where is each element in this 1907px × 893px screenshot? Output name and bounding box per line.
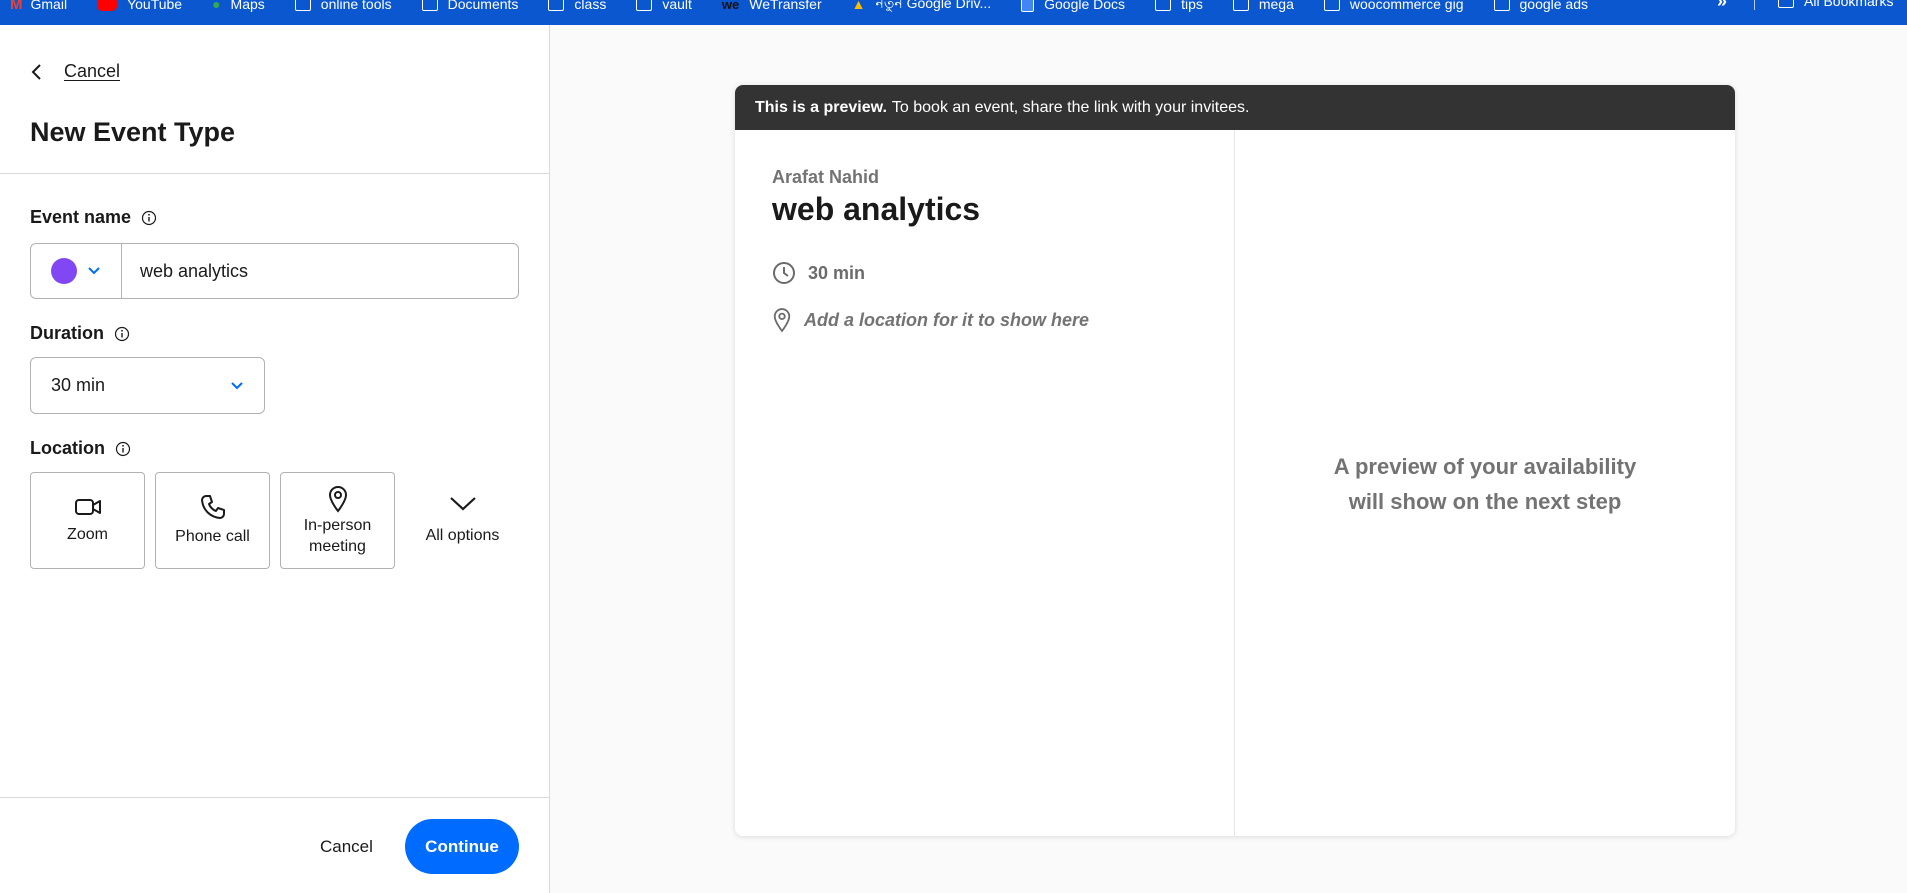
preview-banner: This is a preview. To book an event, sha… bbox=[735, 85, 1735, 130]
bookmark-documents[interactable]: Documents bbox=[421, 0, 518, 12]
bookmark-gmail[interactable]: M Gmail bbox=[10, 0, 67, 13]
folder-icon bbox=[1155, 0, 1172, 11]
duration-select[interactable]: 30 min bbox=[30, 357, 265, 414]
event-name-field: web analytics bbox=[30, 243, 519, 299]
back-cancel-link[interactable]: Cancel bbox=[30, 61, 120, 82]
bookmark-tips[interactable]: tips bbox=[1155, 0, 1203, 12]
preview-banner-text: To book an event, share the link with yo… bbox=[891, 98, 1250, 116]
location-in-person-button[interactable]: In-person meeting bbox=[280, 472, 395, 569]
preview-duration: 30 min bbox=[772, 261, 865, 285]
bookmark-youtube[interactable]: YouTube bbox=[97, 0, 182, 12]
gmail-icon: M bbox=[10, 0, 23, 13]
bookmark-google-drive[interactable]: ▲ নতুন Google Driv... bbox=[852, 0, 992, 16]
map-pin-icon bbox=[328, 485, 347, 513]
all-bookmarks-button[interactable]: All Bookmarks bbox=[1778, 0, 1893, 9]
folder-icon bbox=[636, 0, 653, 11]
page-title: New Event Type bbox=[30, 117, 236, 147]
maps-icon: ● bbox=[212, 0, 221, 12]
folder-icon bbox=[294, 0, 311, 11]
map-pin-icon bbox=[773, 308, 791, 333]
info-icon[interactable] bbox=[114, 326, 130, 342]
phone-icon bbox=[200, 495, 225, 519]
bookmark-online-tools[interactable]: online tools bbox=[294, 0, 392, 12]
bookmark-wetransfer[interactable]: we WeTransfer bbox=[722, 0, 822, 12]
folder-icon bbox=[548, 0, 565, 11]
folder-icon bbox=[421, 0, 438, 11]
location-zoom-button[interactable]: Zoom bbox=[30, 472, 145, 569]
info-icon[interactable] bbox=[141, 210, 157, 226]
more-bookmarks-button[interactable]: » bbox=[1717, 0, 1727, 12]
google-docs-icon bbox=[1021, 0, 1035, 12]
bookmark-maps[interactable]: ● Maps bbox=[212, 0, 265, 12]
color-picker-button[interactable] bbox=[31, 244, 122, 298]
bookmarks-separator bbox=[1754, 0, 1755, 10]
event-form-panel: Cancel New Event Type Event name web ana… bbox=[0, 25, 550, 893]
cancel-link-label: Cancel bbox=[64, 61, 121, 81]
preview-event-title: web analytics bbox=[772, 191, 981, 227]
info-icon[interactable] bbox=[115, 441, 131, 457]
folder-icon bbox=[1778, 0, 1794, 8]
chevron-down-icon bbox=[231, 381, 243, 389]
bookmark-woocommerce-gig[interactable]: woocommerce gig bbox=[1323, 0, 1464, 12]
google-drive-icon: ▲ bbox=[851, 0, 866, 12]
video-camera-icon bbox=[74, 499, 101, 515]
bookmark-vault[interactable]: vault bbox=[636, 0, 692, 12]
event-color-swatch bbox=[51, 258, 77, 284]
location-phone-button[interactable]: Phone call bbox=[155, 472, 270, 569]
bookmark-class[interactable]: class bbox=[548, 0, 606, 12]
location-all-options-button[interactable]: All options bbox=[405, 472, 520, 569]
event-name-label: Event name bbox=[30, 207, 157, 228]
chevron-down-icon bbox=[449, 497, 476, 511]
bookmark-google-docs[interactable]: Google Docs bbox=[1021, 0, 1125, 12]
footer-divider bbox=[0, 797, 550, 798]
folder-icon bbox=[1493, 0, 1510, 11]
continue-button[interactable]: Continue bbox=[405, 819, 519, 874]
location-options: Zoom Phone call In-person meeting All op… bbox=[30, 472, 530, 569]
event-name-input[interactable]: web analytics bbox=[122, 244, 518, 298]
youtube-icon bbox=[97, 0, 118, 11]
bookmarks-bar: M Gmail YouTube ● Maps online tools Docu… bbox=[0, 0, 1907, 25]
wetransfer-icon: we bbox=[721, 0, 740, 12]
bookmark-google-ads[interactable]: google ads bbox=[1493, 0, 1588, 12]
preview-banner-bold: This is a preview. bbox=[755, 98, 887, 116]
location-label: Location bbox=[30, 438, 131, 459]
folder-icon bbox=[1323, 0, 1340, 11]
folder-icon bbox=[1232, 0, 1249, 11]
host-name: Arafat Nahid bbox=[772, 167, 880, 187]
duration-label: Duration bbox=[30, 323, 130, 344]
cancel-button[interactable]: Cancel bbox=[320, 837, 373, 857]
chevron-down-icon bbox=[88, 267, 100, 275]
chevron-left-icon bbox=[31, 63, 41, 80]
header-divider bbox=[0, 173, 550, 174]
booking-preview-card: This is a preview. To book an event, sha… bbox=[735, 85, 1735, 836]
availability-preview-text: A preview of your availability will show… bbox=[1333, 454, 1637, 514]
preview-location: Add a location for it to show here bbox=[772, 307, 1089, 333]
bookmark-mega[interactable]: mega bbox=[1232, 0, 1294, 12]
clock-icon bbox=[773, 262, 795, 284]
duration-value: 30 min bbox=[51, 375, 106, 395]
